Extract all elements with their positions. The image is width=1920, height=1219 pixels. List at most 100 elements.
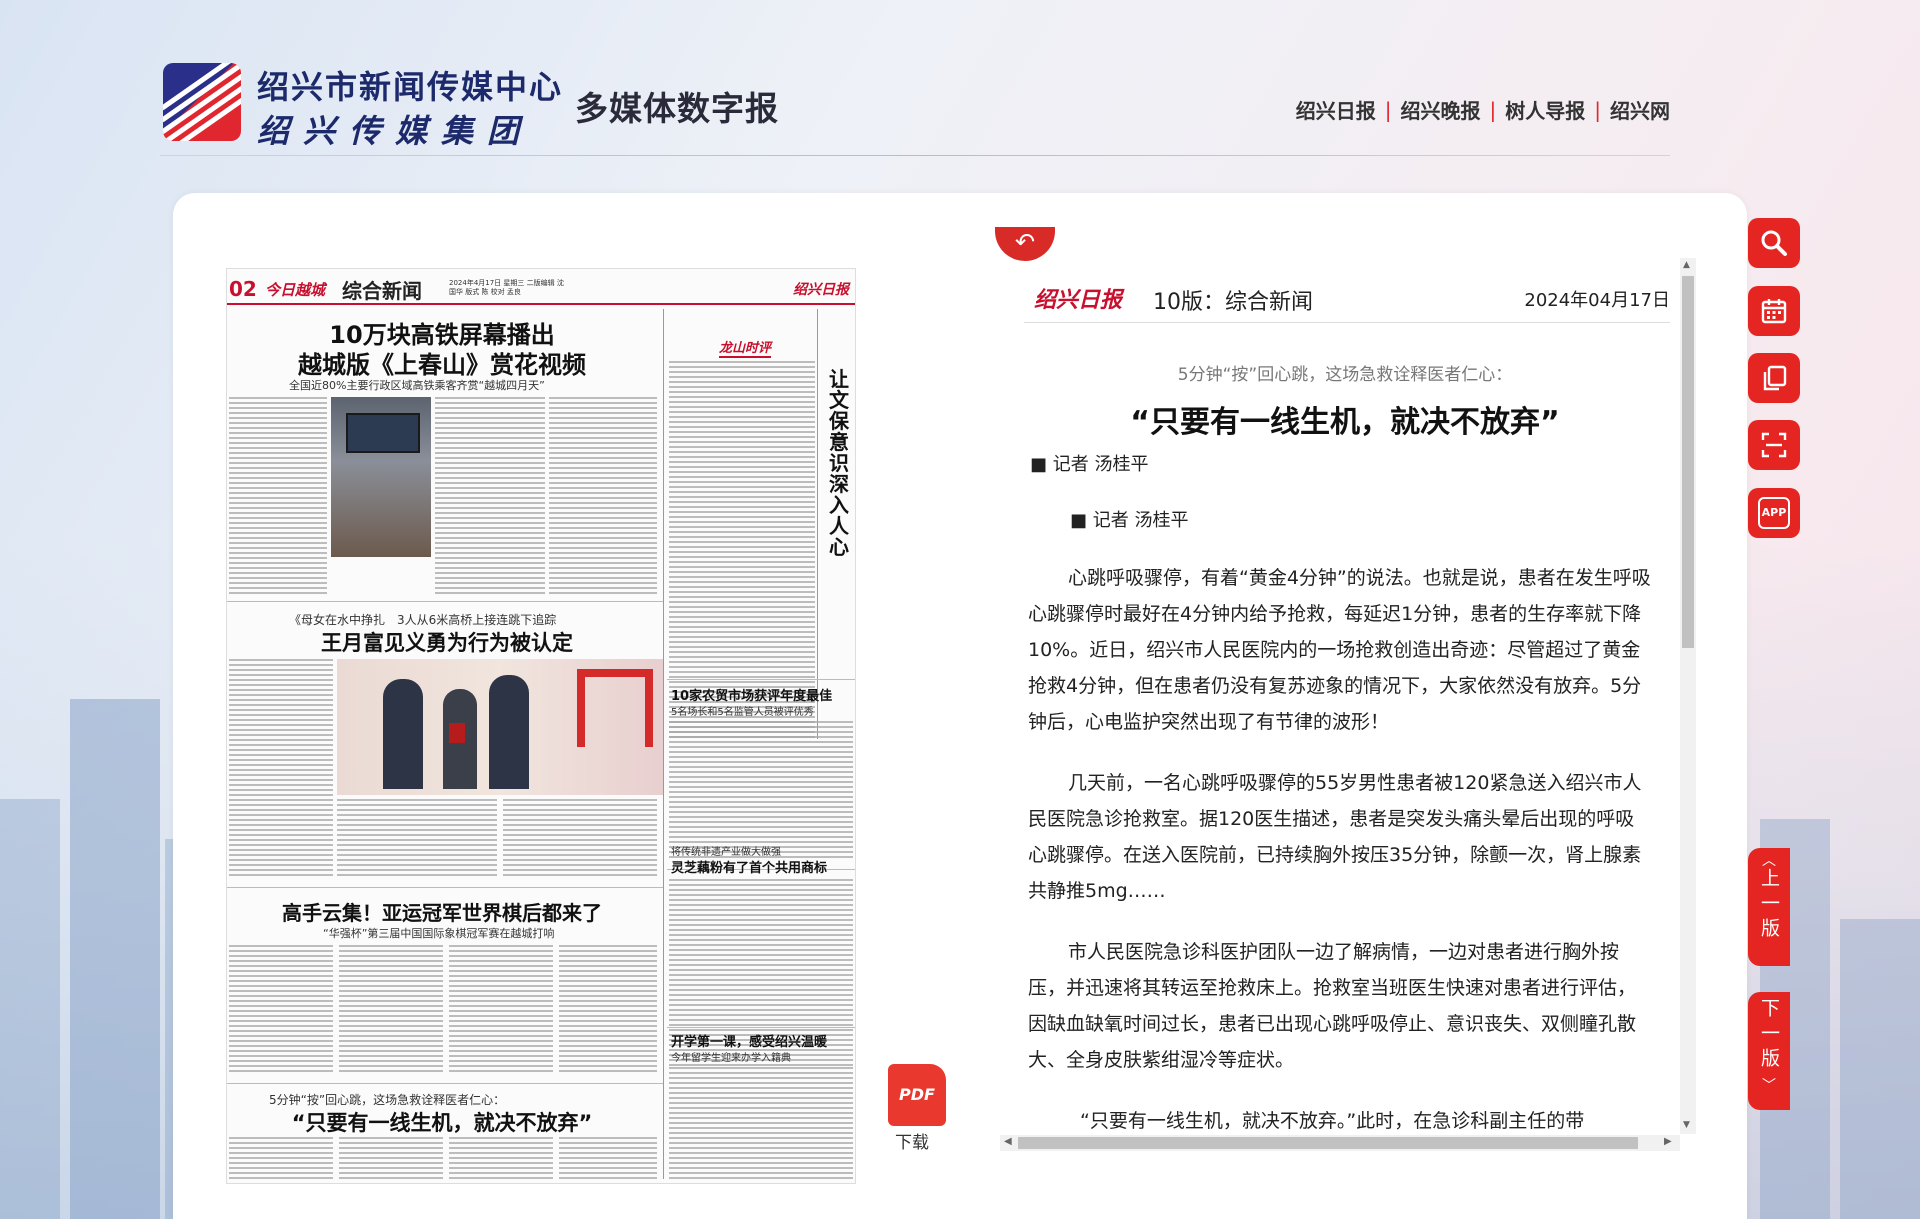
story-divider <box>667 1027 855 1028</box>
nav-shaoxing-net[interactable]: 绍兴网 <box>1610 95 1670 124</box>
site-name: 多媒体数字报 <box>575 89 779 128</box>
page-number: 02 <box>229 277 257 301</box>
story-divider <box>227 1083 663 1084</box>
pdf-download-label[interactable]: 下载 <box>895 1128 929 1153</box>
headline2[interactable]: 王月富见义勇为行为被认定 <box>237 627 657 657</box>
page-meta: 2024年4月17日 星期三 二版编辑 沈国华 版式 陈 校对 孟良 <box>449 279 564 296</box>
scroll-down-icon[interactable]: ▼ <box>1683 1120 1690 1130</box>
article-vertical-scrollbar[interactable]: ▲ ▼ <box>1680 258 1696 1134</box>
newspaper-page-image[interactable]: 02 今日越城 综合新闻 2024年4月17日 星期三 二版编辑 沈国华 版式 … <box>226 268 856 1184</box>
story-text <box>229 1137 333 1181</box>
search-icon <box>1761 230 1787 256</box>
scan-button[interactable] <box>1748 420 1800 470</box>
nav-shaoxing-evening[interactable]: 绍兴晚报 <box>1401 95 1481 124</box>
nav-separator: | <box>1384 97 1392 122</box>
headline3[interactable]: 高手云集！亚运冠军世界棋后都来了 <box>227 897 657 926</box>
page-masthead: 02 今日越城 综合新闻 2024年4月17日 星期三 二版编辑 沈国华 版式 … <box>227 277 855 305</box>
story-photo-train-screen <box>331 397 431 557</box>
article-subtitle: 5分钟“按”回心跳，这场急救诠释医者仁心： <box>1177 365 1513 385</box>
scroll-right-icon[interactable]: ▶ <box>1664 1136 1672 1147</box>
article-author-body: ■ 记者 汤桂平 <box>1070 510 1189 531</box>
headline3-sub: “华强杯”第三届中国国际象棋冠军赛在越城打响 <box>323 927 555 940</box>
article-title: “只要有一线生机，就决不放弃” <box>1130 405 1560 440</box>
article-date: 2024年04月17日 <box>1524 290 1670 311</box>
headline4[interactable]: “只要有一线生机，就决不放弃” <box>227 1107 657 1137</box>
next-page-label: 下一版 <box>1758 998 1780 1073</box>
app-button[interactable]: APP <box>1748 488 1800 538</box>
story-text <box>669 721 853 861</box>
vertical-headline[interactable]: 让文保意识深入人心 <box>827 369 851 558</box>
article-horizontal-scrollbar[interactable]: ◀ ▶ <box>1000 1135 1680 1151</box>
story-text <box>229 945 333 1075</box>
headline4-kicker: 5分钟“按”回心跳，这场急救诠释医者仁心： <box>269 1093 506 1107</box>
scroll-left-icon[interactable]: ◀ <box>1004 1136 1012 1147</box>
paper-nav: 绍兴日报 | 绍兴晚报 | 树人导报 | 绍兴网 <box>1296 95 1670 124</box>
copy-icon <box>1763 365 1787 391</box>
story-text <box>229 659 333 879</box>
story-text <box>669 361 815 741</box>
story-divider <box>227 887 663 888</box>
side1-sub: 5名场长和5名监管人员被评优秀 <box>671 707 814 718</box>
scan-icon <box>1761 432 1787 458</box>
article-paragraph: 几天前，一名心跳呼吸骤停的55岁男性患者被120紧急送入绍兴市人民医院急诊抢救室… <box>1028 772 1642 902</box>
story-text <box>449 1137 553 1181</box>
story-text <box>449 945 553 1075</box>
commentary-tag: 龙山时评 <box>719 337 772 358</box>
article-paragraph: 心跳呼吸骤停，有着“黄金4分钟”的说法。也就是说，患者在发生呼吸心跳骤停时最好在… <box>1028 567 1651 733</box>
article-paper-name: 绍兴日报 <box>1034 288 1123 313</box>
nav-shaoxing-daily[interactable]: 绍兴日报 <box>1296 95 1376 124</box>
story-text <box>559 1137 657 1181</box>
app-icon: APP <box>1758 497 1790 529</box>
article-body: 心跳呼吸骤停，有着“黄金4分钟”的说法。也就是说，患者在发生呼吸心跳骤停时最好在… <box>1028 560 1653 1134</box>
next-page-button[interactable]: 下一版 ﹀ <box>1748 992 1790 1110</box>
media-group-logo-icon <box>163 63 241 141</box>
scroll-up-icon[interactable]: ▲ <box>1683 260 1690 270</box>
calendar-icon <box>1761 299 1787 324</box>
copy-button[interactable] <box>1748 353 1800 403</box>
story-text <box>229 397 327 597</box>
org-name-line1: 绍兴市新闻传媒中心 <box>257 68 564 106</box>
nav-separator: | <box>1489 97 1497 122</box>
story-text <box>669 1067 853 1179</box>
search-button[interactable] <box>1748 218 1800 268</box>
page-brand: 今日越城 <box>265 281 326 299</box>
prev-page-button[interactable]: ︿ 上一版 <box>1748 848 1790 966</box>
header-divider <box>160 155 1670 156</box>
article-header: 绍兴日报 10版：综合新闻 2024年04月17日 <box>1024 282 1670 323</box>
nav-shuren-guide[interactable]: 树人导报 <box>1505 95 1585 124</box>
page-logo: 绍兴日报 <box>793 282 849 298</box>
story-text <box>549 397 657 597</box>
side1-title-display[interactable]: 10家农贸市场获评年度最佳 <box>671 685 855 704</box>
prev-page-label: 上一版 <box>1758 868 1780 943</box>
article-edition: 10版：综合新闻 <box>1153 290 1313 315</box>
side3-title[interactable]: 开学第一课，感受绍兴温暖 <box>671 1031 855 1050</box>
masthead-rule <box>227 303 855 305</box>
vertical-scroll-thumb[interactable] <box>1682 276 1694 648</box>
org-name-line2: 绍兴传媒集团 <box>257 112 534 150</box>
headline1-sub: 全国近80%主要行政区域高铁乘客齐赏“越城四月天” <box>289 379 545 392</box>
back-arrow-icon: ↶ <box>1014 228 1036 256</box>
article-paragraph: 市人民医院急诊科医护团队一边了解病情，一边对患者进行胸外按压，并迅速将其转运至抢… <box>1028 941 1637 1071</box>
column-divider <box>817 309 818 739</box>
story-text <box>339 945 443 1075</box>
side2-title[interactable]: 灵芝藕粉有了首个共用商标 <box>671 857 855 876</box>
nav-separator: | <box>1594 97 1601 122</box>
headline1-line2[interactable]: 越城版《上春山》赏花视频 <box>227 345 657 380</box>
side3-sub: 今年留学生迎来办学入籍典 <box>671 1053 791 1064</box>
story-divider <box>667 679 855 680</box>
app-icon-text: APP <box>1761 506 1787 519</box>
chevron-down-icon: ﹀ <box>1762 1078 1776 1094</box>
site-header: 绍兴市新闻传媒中心 绍兴传媒集团 多媒体数字报 绍兴日报 | 绍兴晚报 | 树人… <box>160 60 1670 160</box>
story-text <box>435 397 545 597</box>
headline2-kicker: 《母女在水中挣扎 3人从6米高桥上接连跳下追踪 <box>289 613 557 627</box>
article-paragraph: “只要有一线生机，就决不放弃。”此时，在急诊科副主任的带 <box>1080 1110 1585 1132</box>
side2-kicker: 将传统非遗产业做大做强 <box>671 847 781 858</box>
column-divider <box>663 309 664 1179</box>
horizontal-scroll-thumb[interactable] <box>1018 1137 1638 1149</box>
story-text <box>337 799 497 879</box>
pdf-download-icon[interactable]: PDF <box>888 1064 946 1126</box>
story-text <box>339 1137 443 1181</box>
page-section: 综合新闻 <box>342 279 422 303</box>
calendar-button[interactable] <box>1748 286 1800 336</box>
chevron-up-icon: ︿ <box>1762 853 1776 869</box>
